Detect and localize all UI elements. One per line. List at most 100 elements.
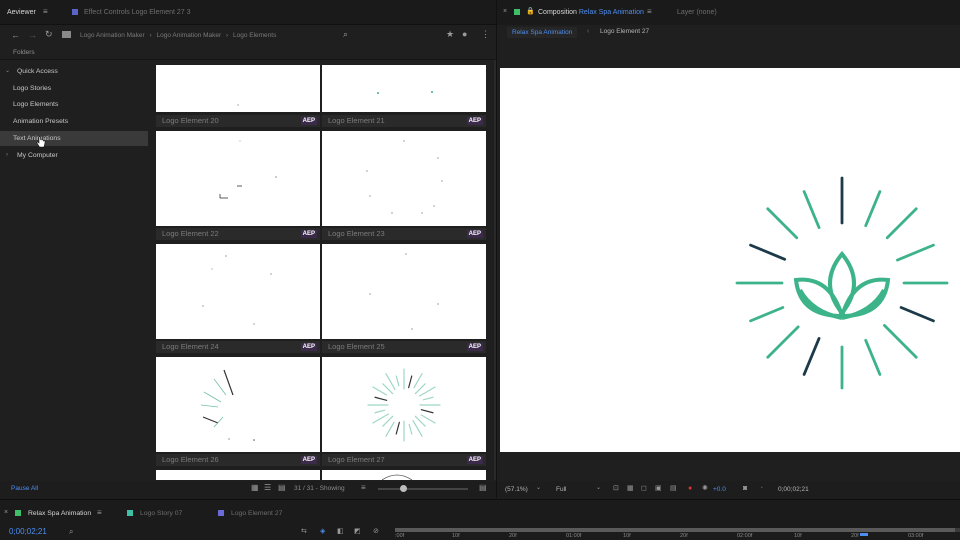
- layer-tab[interactable]: Layer (none): [677, 9, 717, 16]
- back-arrow-icon[interactable]: ←: [11, 31, 20, 40]
- forward-arrow-icon[interactable]: →: [28, 31, 37, 40]
- thumbnail-title: Logo Element 20: [162, 116, 219, 125]
- comp-flowchart-icon[interactable]: ⇆: [301, 528, 307, 535]
- draft-3d-icon[interactable]: ◈: [320, 528, 325, 535]
- thumbnail-preview[interactable]: [156, 244, 320, 339]
- 3d-view-icon[interactable]: ▤: [670, 485, 677, 492]
- show-snapshot-icon[interactable]: ◔: [759, 485, 763, 492]
- hamburger-menu-icon[interactable]: ≡: [647, 8, 652, 16]
- thumbnail-preview[interactable]: [322, 244, 486, 339]
- slider-handle[interactable]: [400, 485, 407, 492]
- close-icon[interactable]: ×: [4, 509, 8, 516]
- thumbnail-preview[interactable]: [156, 131, 320, 226]
- snapshot-camera-icon[interactable]: ◙: [743, 485, 747, 492]
- thumbnail-label[interactable]: Logo Element 20 AEP: [156, 115, 320, 127]
- tree-item-animation-presets[interactable]: Animation Presets: [0, 114, 148, 129]
- thumbnail-label[interactable]: Logo Element 24 AEP: [156, 341, 320, 353]
- thumbnail-size-slider[interactable]: [378, 485, 468, 492]
- composition-tab-name: Relax Spa Animation: [578, 9, 644, 16]
- lock-icon[interactable]: 🔒: [526, 7, 535, 15]
- search-icon[interactable]: ⌕: [69, 528, 73, 536]
- sub-tab-relax-spa[interactable]: Relax Spa Animation: [507, 27, 578, 38]
- magnification-dropdown[interactable]: (57.1%): [505, 486, 528, 493]
- breadcrumb-item[interactable]: Logo Animation Maker: [156, 32, 221, 39]
- burst-ray: [883, 324, 918, 359]
- panel-options-icon[interactable]: ▤: [479, 484, 487, 492]
- thumbnail-label[interactable]: Logo Element 27 AEP: [322, 454, 486, 466]
- thumbnail-preview[interactable]: [322, 357, 486, 452]
- thumbnail-label[interactable]: Logo Element 25 AEP: [322, 341, 486, 353]
- burst-ray: [422, 396, 434, 401]
- playhead[interactable]: [860, 528, 868, 540]
- tree-item-logo-elements[interactable]: Logo Elements: [0, 97, 148, 112]
- breadcrumb-item[interactable]: Logo Animation Maker: [80, 32, 145, 39]
- star-icon[interactable]: ★: [446, 30, 454, 39]
- thumbnail-label[interactable]: Logo Element 22 AEP: [156, 228, 320, 240]
- grid-view-icon[interactable]: ▦: [251, 484, 259, 492]
- refresh-icon[interactable]: ↻: [45, 30, 53, 39]
- hamburger-menu-icon[interactable]: ≡: [43, 8, 48, 16]
- timeline-tab-relax-spa[interactable]: Relax Spa Animation: [28, 510, 91, 517]
- more-vertical-icon[interactable]: ⋮: [481, 30, 490, 39]
- burst-ray: [374, 396, 388, 401]
- work-area-range[interactable]: [395, 528, 955, 532]
- exposure-value[interactable]: +0.0: [713, 486, 726, 493]
- resolution-dropdown[interactable]: Full: [556, 486, 566, 493]
- panel-divider[interactable]: [496, 0, 497, 498]
- timeline-tab-bar: × Relax Spa Animation ≡ Logo Story 07 Lo…: [0, 500, 960, 524]
- sub-tab-logo-element[interactable]: Logo Element 27: [600, 28, 649, 35]
- tree-item-quick-access[interactable]: ⌄ Quick Access: [0, 64, 148, 79]
- thumbnail-preview[interactable]: [156, 357, 320, 452]
- aeviewer-tab[interactable]: Aeviewer: [7, 9, 36, 16]
- chevron-down-icon: ⌄: [596, 485, 602, 491]
- chevron-down-icon: ⌄: [536, 485, 542, 491]
- thumbnail-preview[interactable]: [322, 470, 486, 480]
- guides-icon[interactable]: ▣: [655, 485, 662, 492]
- effect-controls-tab[interactable]: Effect Controls Logo Element 27 3: [84, 9, 191, 16]
- thumbnail-label[interactable]: Logo Element 26 AEP: [156, 454, 320, 466]
- shy-layers-icon[interactable]: ◧: [337, 528, 344, 535]
- filter-icon[interactable]: ≡: [361, 484, 366, 492]
- exposure-icon[interactable]: ✺: [702, 485, 708, 492]
- list-view-icon[interactable]: ☰: [264, 484, 271, 492]
- playhead-marker[interactable]: [860, 533, 868, 536]
- thumbnail-preview[interactable]: [156, 470, 320, 480]
- burst-ray: [420, 409, 434, 414]
- thumbnail-label[interactable]: Logo Element 23 AEP: [322, 228, 486, 240]
- search-icon[interactable]: ⌕: [343, 30, 348, 39]
- tree-item-my-computer[interactable]: › My Computer: [0, 148, 148, 163]
- mask-icon[interactable]: ◻: [641, 485, 647, 492]
- time-ruler[interactable]: :00f 10f 20f 01:00f 10f 20f 02:00f 10f 20f 03:00f: [395, 533, 960, 540]
- current-time-field[interactable]: 0;00;02;21: [9, 527, 47, 536]
- thumbnail-label[interactable]: Logo Element 21 AEP: [322, 115, 486, 127]
- work-area-bar[interactable]: [395, 528, 960, 532]
- current-time-display[interactable]: 0;00;02;21: [778, 486, 809, 493]
- composition-viewer[interactable]: [500, 68, 960, 452]
- breadcrumb-item[interactable]: Logo Elements: [233, 32, 276, 39]
- tree-item-text-animations[interactable]: Text Animations: [0, 131, 148, 148]
- burst-ray: [395, 421, 400, 435]
- bell-icon[interactable]: ●: [462, 30, 467, 39]
- motion-blur-icon[interactable]: ⊘: [373, 528, 379, 535]
- ruler-tick-label: 03:00f: [908, 533, 924, 539]
- close-icon[interactable]: ×: [503, 8, 507, 15]
- thumbnail-preview[interactable]: [156, 65, 320, 112]
- region-of-interest-icon[interactable]: ⊡: [613, 485, 619, 492]
- chevron-down-icon: ⌄: [5, 68, 11, 74]
- frame-blending-icon[interactable]: ◩: [354, 528, 361, 535]
- timeline-tab-logo-story[interactable]: Logo Story 07: [140, 510, 182, 517]
- composition-tab[interactable]: Composition Relax Spa Animation: [538, 9, 644, 16]
- timeline-panel: × Relax Spa Animation ≡ Logo Story 07 Lo…: [0, 499, 960, 540]
- hamburger-menu-icon[interactable]: ≡: [97, 509, 102, 517]
- transparency-grid-icon[interactable]: ▦: [627, 485, 634, 492]
- tree-item-logo-stories[interactable]: Logo Stories: [0, 81, 148, 96]
- thumbnail-preview[interactable]: [322, 65, 486, 112]
- dotted-circle-preview: [366, 140, 443, 214]
- burst-ray: [749, 306, 785, 323]
- color-channels-icon[interactable]: ●: [688, 485, 692, 492]
- detail-view-icon[interactable]: ▤: [278, 484, 286, 492]
- pause-all-button[interactable]: Pause All: [11, 485, 38, 492]
- burst-ray: [766, 325, 800, 359]
- timeline-tab-logo-element[interactable]: Logo Element 27: [231, 510, 282, 517]
- thumbnail-preview[interactable]: [322, 131, 486, 226]
